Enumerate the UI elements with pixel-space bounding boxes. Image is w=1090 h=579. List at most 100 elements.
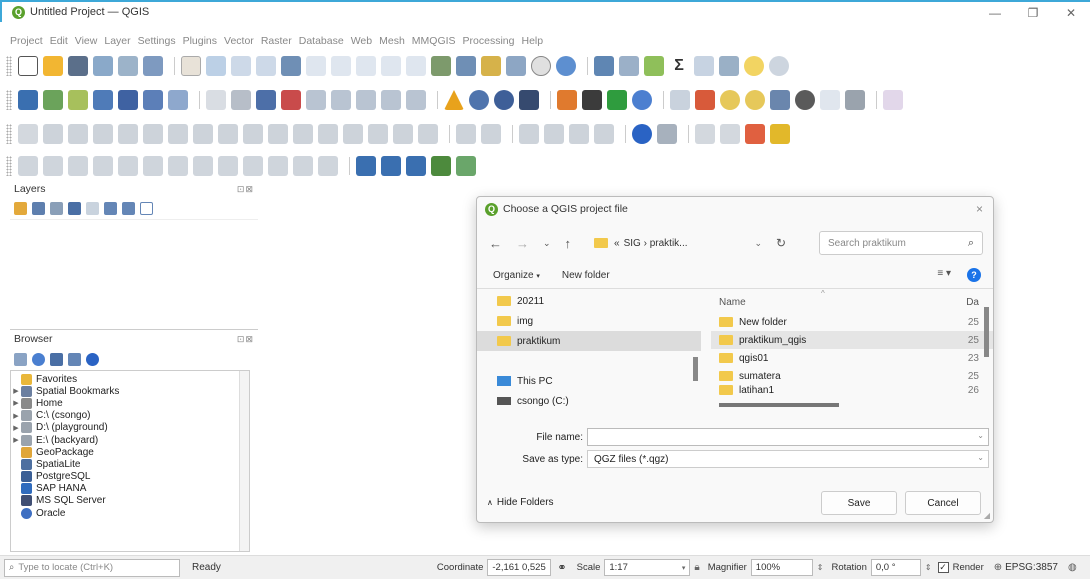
plugin-tool-8-icon[interactable] [193, 156, 213, 176]
resize-grip-icon[interactable]: ◢ [984, 511, 990, 520]
measure-area-icon[interactable] [719, 56, 739, 76]
annotation-4-icon[interactable] [770, 124, 790, 144]
toolbar-handle[interactable] [6, 156, 12, 176]
triangle-warning-icon[interactable] [444, 90, 464, 110]
snapping-6-icon[interactable] [594, 124, 614, 144]
browser-item[interactable]: ▶ E:\ (backyard) [11, 434, 249, 446]
export-html-icon[interactable] [406, 156, 426, 176]
browser-item[interactable]: ▶ C:\ (csongo) [11, 410, 249, 422]
snapping-3-icon[interactable] [519, 124, 539, 144]
rotation-field[interactable]: 0,0 ° [870, 559, 921, 576]
crs-value[interactable]: EPSG:3857 [1005, 562, 1058, 573]
plugin-tool-10-icon[interactable] [243, 156, 263, 176]
remove-layer-icon[interactable] [140, 202, 153, 215]
label-tool-1-icon[interactable] [306, 90, 326, 110]
menu-mmqgis[interactable]: MMQGIS [412, 35, 456, 47]
browser-item[interactable]: PostgreSQL [11, 471, 249, 483]
add-raster-layer-icon[interactable] [93, 90, 113, 110]
toolbar-handle[interactable] [6, 90, 12, 110]
edit-toggle-icon[interactable] [231, 90, 251, 110]
identify-icon[interactable] [594, 56, 614, 76]
magnifier-spin-icon[interactable]: ⇕ [817, 563, 824, 572]
annotation-2-icon[interactable] [720, 124, 740, 144]
menu-layer[interactable]: Layer [104, 35, 130, 47]
plugin-tool-13-icon[interactable] [318, 156, 338, 176]
zoom-layer-icon[interactable] [331, 56, 351, 76]
file-name-dropdown-icon[interactable]: ⌄ [977, 431, 984, 440]
digitize-4-icon[interactable] [93, 124, 113, 144]
dialog-close-icon[interactable]: × [976, 202, 983, 216]
refresh-icon[interactable] [32, 352, 45, 366]
file-list-vscrollbar[interactable] [984, 307, 989, 357]
add-csv-layer-icon[interactable] [68, 90, 88, 110]
digitize-15-icon[interactable] [368, 124, 388, 144]
snapping-2-icon[interactable] [481, 124, 501, 144]
lock-icon[interactable]: 🔒︎ [694, 562, 699, 573]
address-dropdown-icon[interactable]: ⌄ [754, 238, 762, 249]
hide-folders-button[interactable]: ∧ Hide Folders [487, 497, 554, 508]
forward-arrow-icon[interactable]: → [516, 236, 529, 251]
menu-database[interactable]: Database [299, 35, 344, 47]
annotation-1-icon[interactable] [695, 124, 715, 144]
info-icon[interactable] [632, 124, 652, 144]
tool-wrench-icon[interactable] [657, 124, 677, 144]
binoculars-icon[interactable] [582, 90, 602, 110]
digitize-13-icon[interactable] [318, 124, 338, 144]
toolbar-handle[interactable] [6, 56, 12, 76]
plugin-globe-3-icon[interactable] [519, 90, 539, 110]
toolbox-gear-icon[interactable] [644, 56, 664, 76]
plugin-blue-icon[interactable] [632, 90, 652, 110]
digitize-14-icon[interactable] [343, 124, 363, 144]
plugin-tool-4-icon[interactable] [93, 156, 113, 176]
save-project-icon[interactable] [68, 56, 88, 76]
collapse-all-icon[interactable] [68, 352, 81, 366]
plugin-tool-9-icon[interactable] [218, 156, 238, 176]
save-type-select[interactable]: QGZ files (*.qgz) ⌄ [587, 450, 989, 468]
browser-item[interactable]: ▶ Home [11, 397, 249, 409]
show-bookmarks-icon[interactable] [506, 56, 526, 76]
browser-item[interactable]: Favorites [11, 373, 249, 385]
organize-button[interactable]: Organize ▾ [493, 270, 540, 281]
rotation-spin-icon[interactable]: ⇕ [925, 563, 932, 572]
expand-arrow-icon[interactable]: ▶ [11, 412, 21, 420]
digitize-11-icon[interactable] [268, 124, 288, 144]
file-list-hscrollbar[interactable] [719, 403, 839, 407]
select-value-icon[interactable] [720, 90, 740, 110]
zoom-selection-icon[interactable] [306, 56, 326, 76]
column-date[interactable]: Da [966, 297, 979, 308]
globe-gear-icon[interactable] [795, 90, 815, 110]
cancel-button[interactable]: Cancel [905, 491, 981, 515]
wrench-icon[interactable] [845, 90, 865, 110]
label-abc-icon[interactable] [256, 90, 276, 110]
browser-item[interactable]: GeoPackage [11, 446, 249, 458]
plugin-tool-3-icon[interactable] [68, 156, 88, 176]
python-plugin-icon[interactable] [557, 90, 577, 110]
open-project-icon[interactable] [43, 56, 63, 76]
digitize-16-icon[interactable] [393, 124, 413, 144]
digitize-17-icon[interactable] [418, 124, 438, 144]
attribute-table-icon[interactable] [619, 56, 639, 76]
view-options-icon[interactable]: ≡ ▾ [937, 268, 951, 279]
magnifier-field[interactable]: 100% [750, 559, 813, 576]
refresh-icon[interactable] [556, 56, 576, 76]
digitize-7-icon[interactable] [168, 124, 188, 144]
snapping-5-icon[interactable] [569, 124, 589, 144]
digitize-6-icon[interactable] [143, 124, 163, 144]
plugin-tool-7-icon[interactable] [168, 156, 188, 176]
maximize-button[interactable]: ❐ [1014, 2, 1052, 24]
select-pin-icon[interactable] [695, 90, 715, 110]
scale-dropdown-icon[interactable]: ▾ [682, 564, 686, 572]
digitize-3-icon[interactable] [68, 124, 88, 144]
temporal-controller-icon[interactable] [531, 56, 551, 76]
menu-mesh[interactable]: Mesh [379, 35, 405, 47]
add-group-icon[interactable] [32, 202, 45, 215]
new-3d-map-icon[interactable] [456, 56, 476, 76]
menu-web[interactable]: Web [351, 35, 372, 47]
menu-view[interactable]: View [75, 35, 98, 47]
file-row[interactable]: New folder 25 [711, 313, 993, 331]
nav-pane-scrollbar[interactable] [693, 357, 698, 381]
close-window-button[interactable]: ✕ [1052, 2, 1090, 24]
browser-item[interactable]: MS SQL Server [11, 495, 249, 507]
plugin-tool-5-icon[interactable] [118, 156, 138, 176]
zoom-full-icon[interactable] [281, 56, 301, 76]
